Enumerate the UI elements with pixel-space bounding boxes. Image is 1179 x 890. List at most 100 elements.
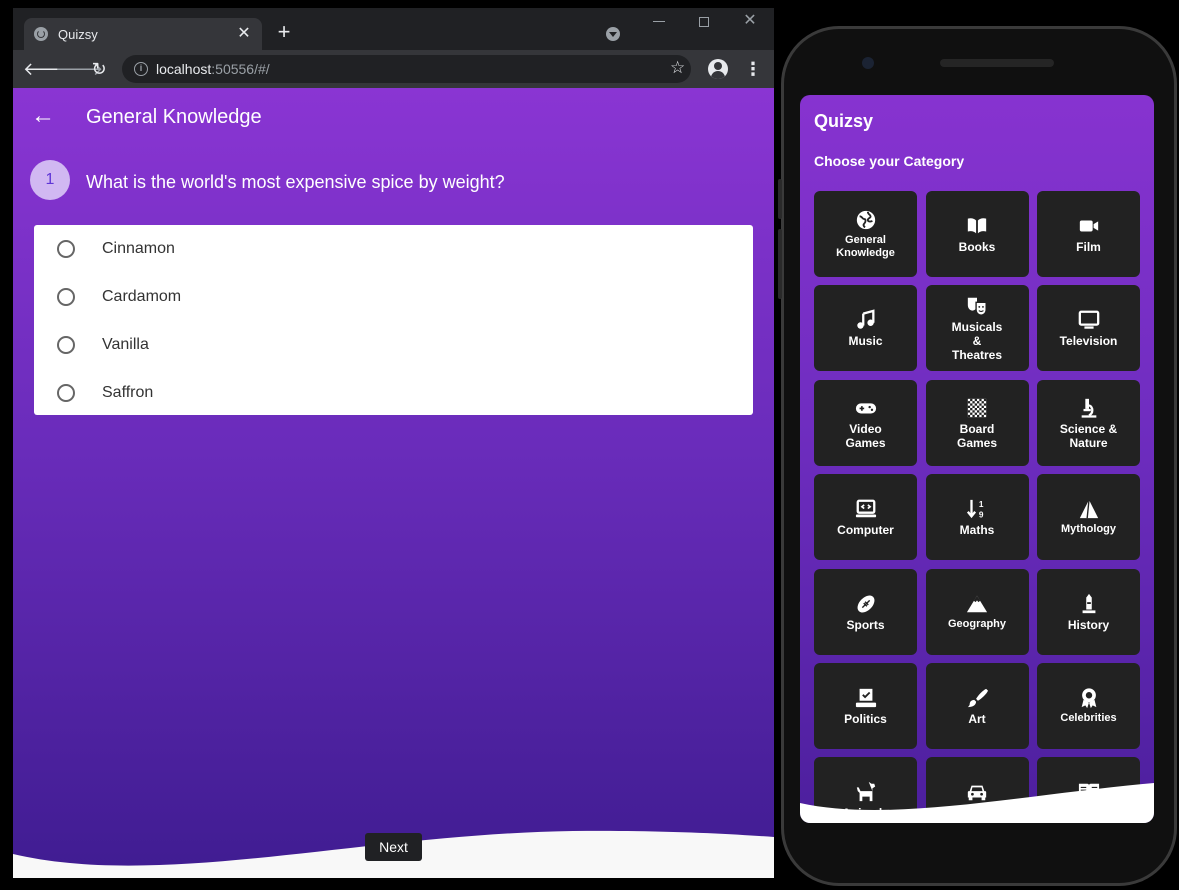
reload-icon[interactable]: ↻ [87, 57, 111, 81]
bookmark-star-icon[interactable]: ☆ [670, 58, 685, 78]
app-title: Quizsy [814, 111, 874, 131]
option-label: Cardamom [102, 288, 182, 305]
category-tile[interactable]: Video Games [814, 379, 917, 466]
back-arrow-icon[interactable]: ← [31, 104, 55, 128]
category-tile[interactable]: Science & Nature [1037, 379, 1140, 466]
category-label: History [1067, 617, 1110, 632]
category-tile[interactable]: Books [925, 191, 1029, 277]
tab-title: Quizsy [58, 27, 98, 42]
answer-option[interactable]: Saffron [34, 369, 753, 417]
category-label: Board Games [956, 421, 998, 450]
volume-down-button [778, 229, 782, 299]
mountain-icon [926, 593, 1029, 615]
svg-text:1: 1 [979, 500, 984, 509]
category-tile[interactable]: Geography [925, 568, 1029, 655]
category-label: Computer [837, 523, 894, 538]
category-label: Musicals & Theatres [951, 320, 1003, 363]
tab-strip: Quizsy ✕ + ✕ [13, 8, 774, 50]
category-tile[interactable]: General Knowledge [814, 191, 917, 277]
answer-option[interactable]: Cardamom [34, 273, 753, 321]
football-icon [814, 593, 917, 615]
music-note-icon [814, 309, 917, 331]
category-label: Maths [959, 523, 995, 538]
front-camera [862, 57, 874, 69]
category-label: Celebrities [1060, 712, 1117, 724]
close-window-icon[interactable]: ✕ [742, 13, 758, 29]
category-heading: Choose your Category [814, 153, 965, 169]
monument-icon [1037, 593, 1140, 615]
answer-options-card: Cinnamon Cardamom Vanilla Saffron [34, 225, 753, 415]
quiz-page: ← General Knowledge 1 What is the world'… [13, 88, 774, 878]
answer-option[interactable]: Vanilla [34, 321, 753, 369]
site-info-icon[interactable]: i [134, 62, 148, 76]
category-tile[interactable]: Board Games [925, 379, 1029, 466]
earpiece-speaker [940, 59, 1054, 67]
category-tile[interactable]: Celebrities [1037, 663, 1140, 749]
category-tile[interactable]: Computer [814, 474, 917, 561]
question-number-badge: 1 [30, 160, 70, 200]
category-label: Television [1059, 334, 1118, 349]
category-tile[interactable]: Television [1037, 285, 1140, 372]
category-tile[interactable]: Mythology [1037, 474, 1140, 561]
category-tile[interactable]: 1 9 Maths [925, 474, 1029, 561]
theater-masks-icon [926, 295, 1029, 317]
category-label: Video Games [845, 421, 886, 450]
microscope-icon [1037, 397, 1140, 419]
maximize-icon[interactable] [699, 17, 709, 27]
forward-icon[interactable]: 🡒 [55, 57, 103, 81]
category-label: Music [848, 334, 883, 349]
tab-search-icon[interactable] [606, 27, 620, 41]
category-label: Science & Nature [1059, 421, 1118, 450]
url-host: localhost [156, 61, 212, 77]
radio-button[interactable] [57, 240, 75, 258]
category-label: General Knowledge [836, 234, 895, 259]
browser-tab[interactable]: Quizsy ✕ [24, 18, 262, 50]
tv-icon [1037, 309, 1140, 331]
category-tile[interactable]: History [1037, 568, 1140, 655]
option-label: Vanilla [102, 336, 149, 353]
category-label: Politics [844, 712, 887, 726]
radio-button[interactable] [57, 336, 75, 354]
category-label: Sports [846, 617, 885, 632]
award-icon [1037, 687, 1140, 709]
category-tile[interactable]: Sports [814, 568, 917, 655]
address-bar[interactable]: i localhost:50556/#/ ☆ [122, 55, 691, 83]
globe-icon [34, 27, 48, 41]
category-tile[interactable]: Art [925, 663, 1029, 749]
profile-icon[interactable] [708, 59, 728, 79]
book-icon [926, 215, 1029, 237]
category-label: Mythology [1061, 523, 1116, 536]
category-tile[interactable]: Musicals & Theatres [925, 285, 1029, 372]
page-title: General Knowledge [86, 106, 262, 128]
option-label: Cinnamon [102, 240, 175, 257]
browser-window: Quizsy ✕ + ✕ 🡐 🡒 ↻ i localhost:50556/#/ … [13, 8, 774, 878]
paint-brush-icon [926, 687, 1029, 709]
new-tab-button[interactable]: + [273, 21, 295, 44]
globe-icon [814, 209, 917, 231]
screen-bottom-wave [800, 783, 1154, 823]
radio-button[interactable] [57, 384, 75, 402]
answer-option[interactable]: Cinnamon [34, 225, 753, 273]
sort-numeric-icon: 19 [926, 498, 1029, 520]
question-text: What is the world's most expensive spice… [86, 172, 505, 192]
close-tab-icon[interactable]: ✕ [234, 24, 254, 44]
url-text: localhost:50556/#/ [156, 61, 270, 77]
phone-mockup: Quizsy Choose your Category General Knowl… [778, 24, 1179, 890]
category-label: Geography [947, 617, 1007, 630]
mythology-icon [1037, 498, 1140, 520]
radio-button[interactable] [57, 288, 75, 306]
back-icon[interactable]: 🡐 [23, 57, 71, 81]
category-tile[interactable]: Music [814, 285, 917, 372]
category-label: Art [968, 712, 986, 726]
category-tile[interactable]: Film [1037, 191, 1140, 277]
more-menu-icon[interactable]: ⋮ [744, 59, 762, 79]
next-button[interactable]: Next [365, 833, 422, 861]
option-label: Saffron [102, 384, 154, 401]
chessboard-icon [926, 397, 1029, 419]
svg-text:9: 9 [979, 510, 984, 519]
category-tile[interactable]: Politics [814, 663, 917, 749]
browser-toolbar: 🡐 🡒 ↻ i localhost:50556/#/ ☆ ⋮ [13, 50, 774, 88]
phone-screen: Quizsy Choose your Category General Knowl… [800, 95, 1154, 823]
laptop-code-icon [814, 498, 917, 520]
minimize-icon[interactable] [653, 21, 665, 22]
